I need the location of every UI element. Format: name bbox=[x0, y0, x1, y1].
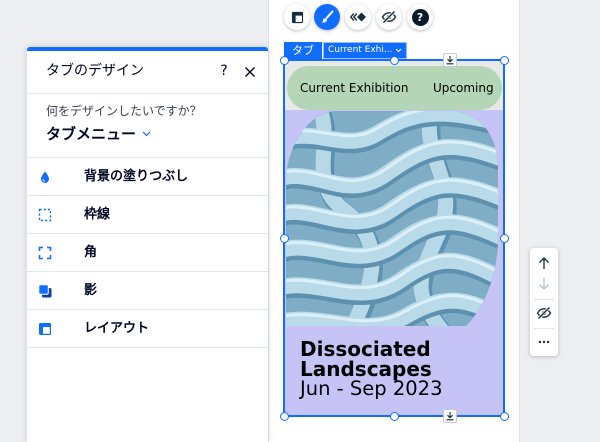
design-brush-icon bbox=[320, 10, 334, 24]
move-forward-icon bbox=[539, 257, 549, 269]
resize-handle-bottom-right[interactable] bbox=[499, 411, 509, 421]
option-corners[interactable]: 角 bbox=[27, 234, 268, 272]
help-button[interactable]: ? bbox=[407, 4, 433, 30]
option-label: 枠線 bbox=[84, 207, 111, 222]
tab-design-panel: タブのデザイン ? 何をデザインしたいですか？ タブメニュー 背景の塗りつぶし … bbox=[27, 47, 268, 442]
toolbar-divider bbox=[534, 328, 554, 329]
option-fill[interactable]: 背景の塗りつぶし bbox=[27, 158, 268, 196]
resize-handle-right[interactable] bbox=[499, 233, 509, 243]
hide-element-button[interactable] bbox=[530, 302, 558, 324]
option-label: 影 bbox=[84, 283, 98, 298]
layout-icon bbox=[291, 11, 304, 24]
animation-button[interactable] bbox=[345, 4, 371, 30]
move-backward-icon bbox=[539, 278, 549, 290]
help-icon: ? bbox=[411, 8, 429, 26]
option-label: 背景の塗りつぶし bbox=[84, 169, 189, 184]
element-type-tag: タブ bbox=[284, 42, 322, 59]
move-backward-button[interactable] bbox=[530, 273, 558, 295]
current-tab-label: Current Exhi... bbox=[328, 45, 393, 55]
chevron-down-icon bbox=[142, 131, 151, 137]
hide-eye-icon bbox=[381, 10, 397, 24]
download-arrow-icon bbox=[446, 56, 454, 65]
more-icon bbox=[538, 340, 550, 344]
selection-frame[interactable] bbox=[283, 59, 505, 417]
arrange-toolbar bbox=[530, 248, 558, 356]
option-shadow[interactable]: 影 bbox=[27, 272, 268, 310]
resize-handle-left[interactable] bbox=[279, 233, 289, 243]
panel-help-button[interactable]: ? bbox=[217, 61, 231, 81]
option-layout[interactable]: レイアウト bbox=[27, 310, 268, 348]
resize-handle-bottom[interactable] bbox=[389, 411, 399, 421]
fill-drop-icon bbox=[38, 170, 52, 184]
more-button[interactable] bbox=[530, 331, 558, 353]
hide-button[interactable] bbox=[376, 4, 402, 30]
option-label: レイアウト bbox=[84, 321, 150, 336]
resize-handle-bottom-left[interactable] bbox=[279, 411, 289, 421]
part-selector-label: タブメニュー bbox=[46, 125, 137, 143]
layout-button[interactable] bbox=[284, 4, 310, 30]
option-label: 角 bbox=[84, 245, 98, 260]
hide-eye-icon bbox=[536, 306, 552, 320]
panel-title: タブのデザイン bbox=[46, 63, 144, 79]
corners-icon bbox=[38, 246, 52, 260]
resize-handle-top[interactable] bbox=[389, 55, 399, 65]
toolbar-divider bbox=[534, 299, 554, 300]
resize-handle-top-left[interactable] bbox=[279, 55, 289, 65]
part-selector[interactable]: タブメニュー bbox=[46, 124, 151, 144]
option-border[interactable]: 枠線 bbox=[27, 196, 268, 234]
download-arrow-icon bbox=[446, 412, 454, 421]
stretch-bottom-button[interactable] bbox=[443, 409, 457, 423]
shadow-icon bbox=[38, 284, 52, 298]
close-icon[interactable] bbox=[243, 64, 257, 78]
resize-handle-top-right[interactable] bbox=[499, 55, 509, 65]
border-icon bbox=[38, 208, 52, 222]
header-divider bbox=[27, 93, 268, 94]
stretch-top-button[interactable] bbox=[443, 53, 457, 67]
layout-icon bbox=[38, 322, 52, 336]
animation-icon bbox=[350, 10, 366, 24]
chevron-down-icon bbox=[395, 48, 402, 53]
design-options-list: 背景の塗りつぶし 枠線 角 影 レイアウト bbox=[27, 158, 268, 348]
design-button[interactable] bbox=[314, 4, 340, 30]
panel-question: 何をデザインしたいですか？ bbox=[46, 104, 202, 118]
move-forward-button[interactable] bbox=[530, 252, 558, 274]
